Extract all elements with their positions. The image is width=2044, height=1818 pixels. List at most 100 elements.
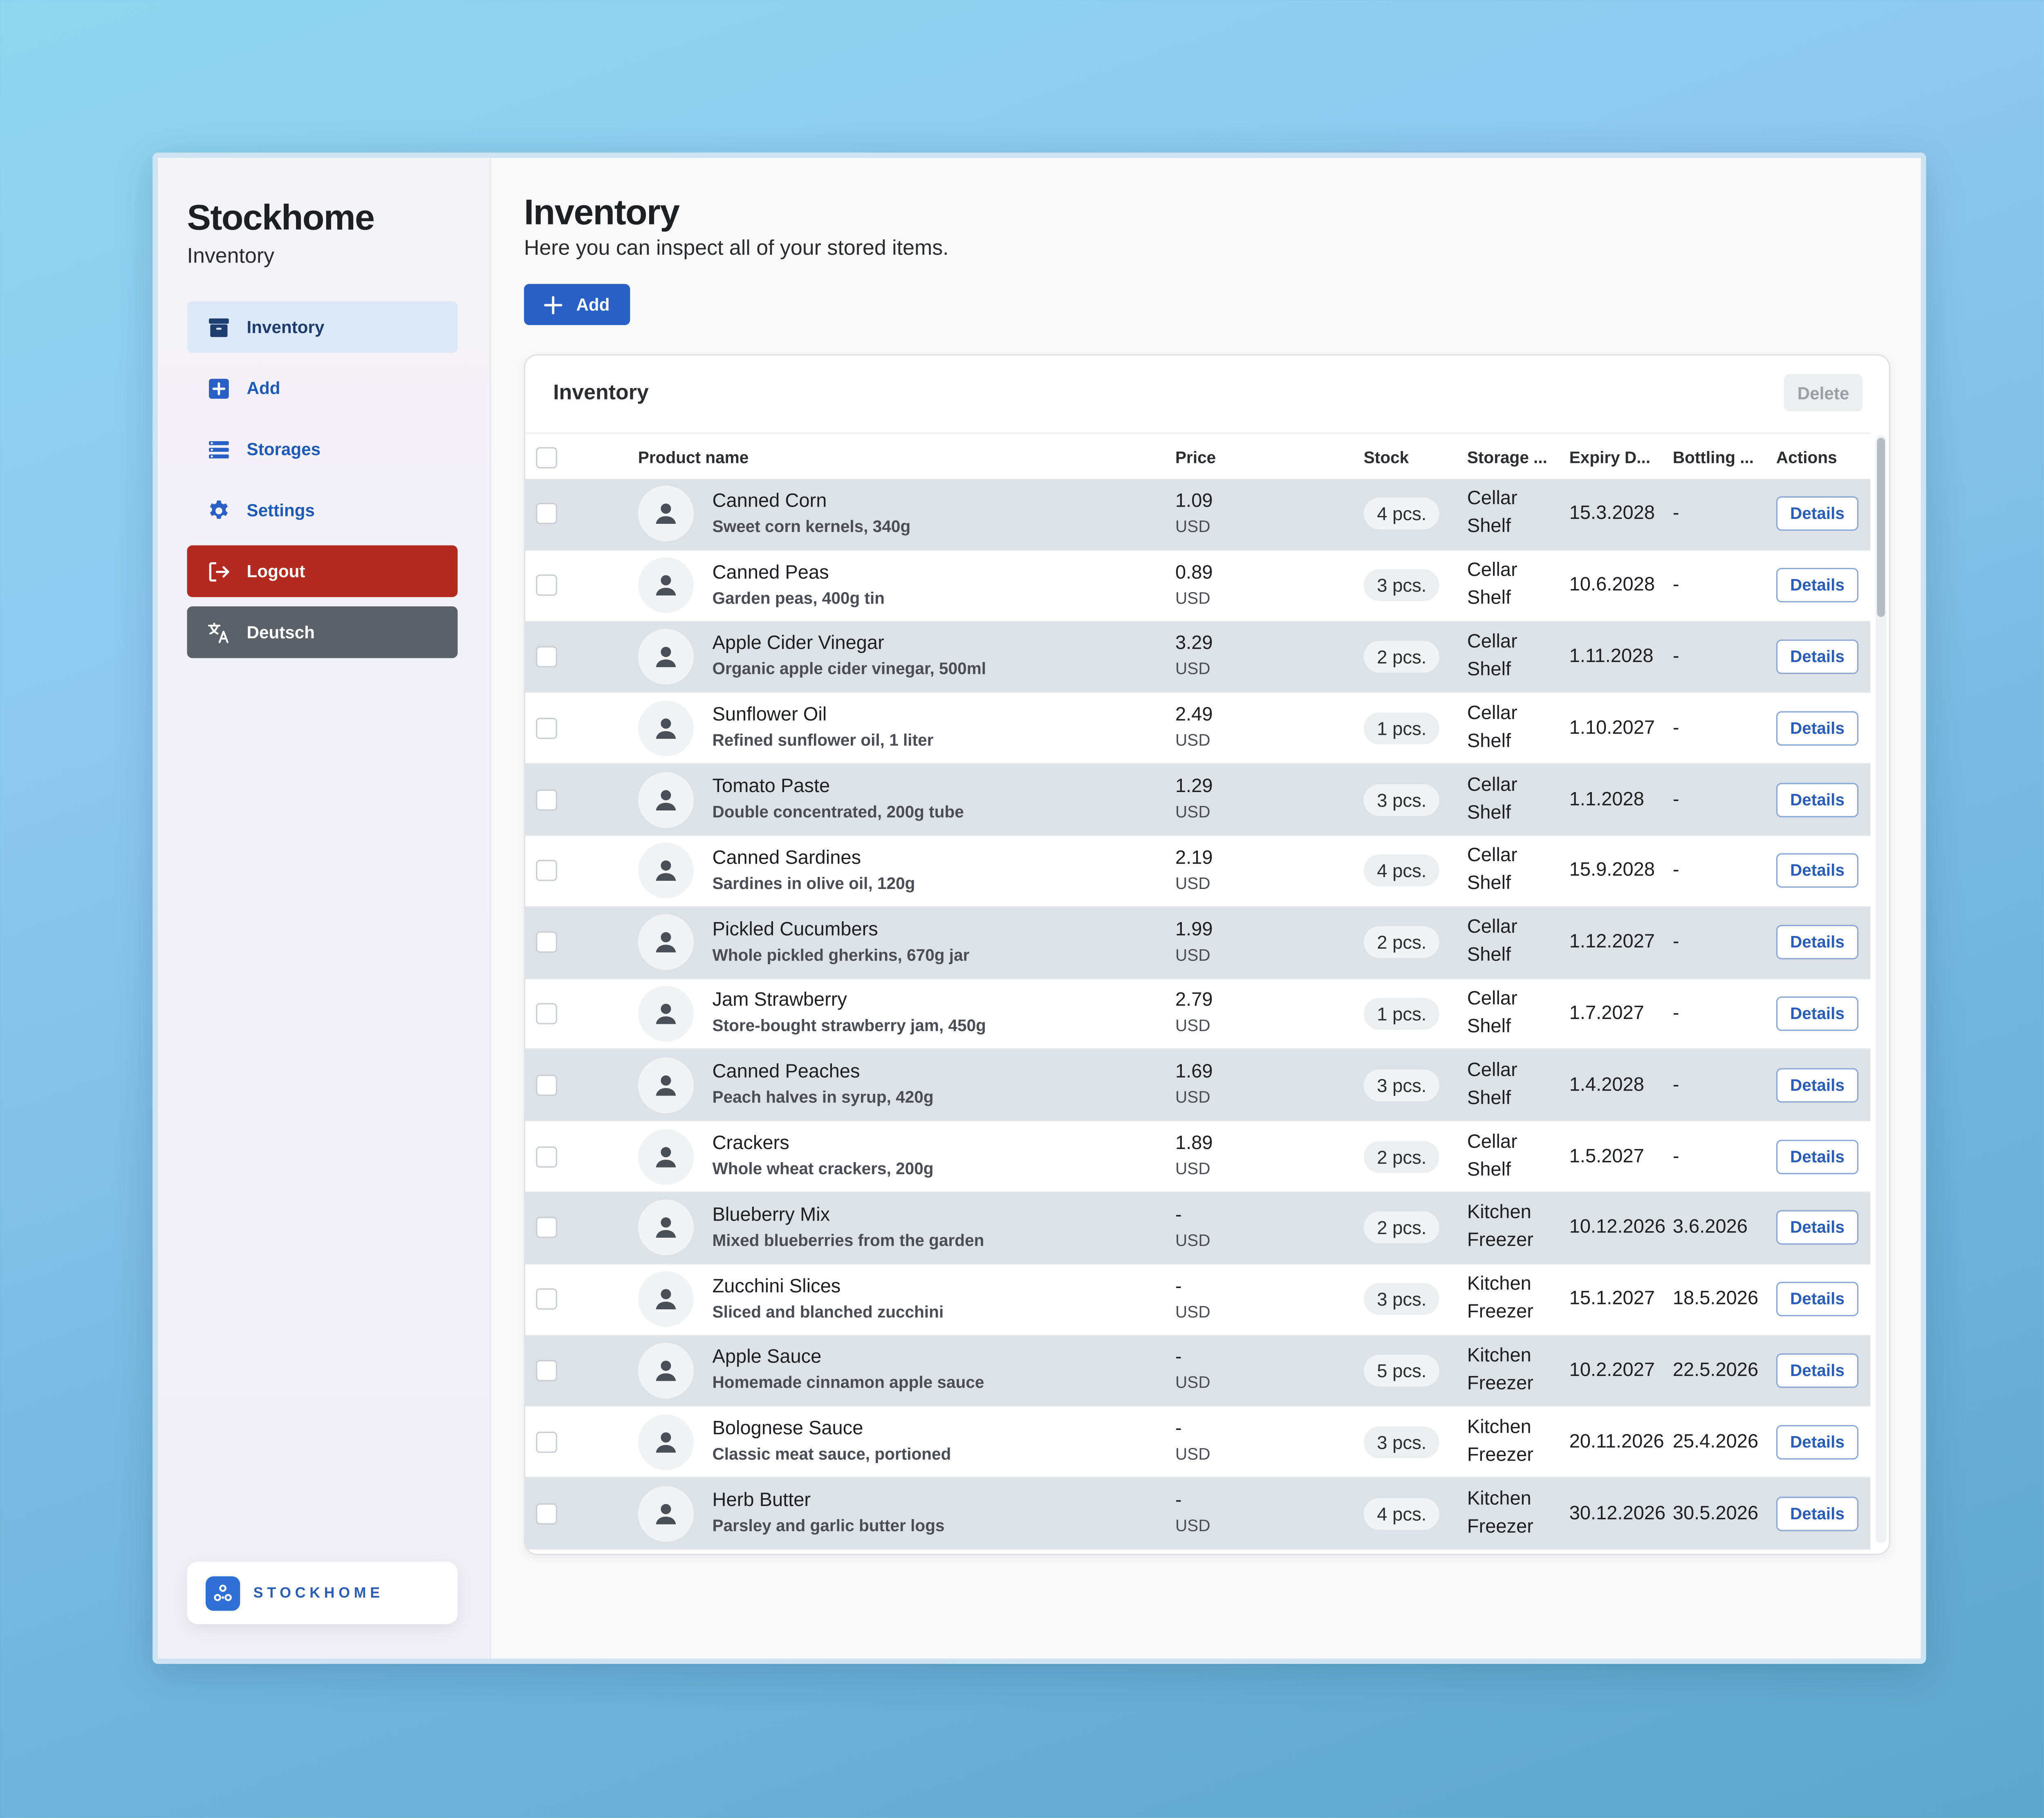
user-icon <box>651 714 680 743</box>
row-checkbox[interactable] <box>536 646 557 668</box>
card-title: Inventory <box>553 382 649 405</box>
row-checkbox[interactable] <box>536 1360 557 1381</box>
price-cell: - USD <box>1175 1193 1210 1263</box>
details-button[interactable]: Details <box>1776 1425 1859 1459</box>
expiry-cell: 10.2.2027 <box>1569 1335 1655 1405</box>
table-row[interactable]: Blueberry Mix Mixed blueberries from the … <box>525 1193 1871 1264</box>
table-row[interactable]: Canned Peaches Peach halves in syrup, 420… <box>525 1050 1871 1122</box>
col-stock[interactable]: Stock <box>1364 434 1409 480</box>
inventory-card: Inventory Delete Product name Price Stoc… <box>524 354 1890 1555</box>
stock-cell: 3 pcs. <box>1363 1050 1440 1120</box>
row-checkbox[interactable] <box>536 575 557 596</box>
select-all-checkbox[interactable] <box>536 446 557 468</box>
table-row[interactable]: Zucchini Slices Sliced and blanched zucch… <box>525 1264 1871 1336</box>
bottling-cell: 22.5.2026 <box>1673 1335 1758 1405</box>
table-row[interactable]: Herb Butter Parsley and garlic butter log… <box>525 1478 1871 1550</box>
storage-location: Cellar <box>1467 703 1517 725</box>
details-button[interactable]: Details <box>1776 568 1859 603</box>
price-cell: - USD <box>1175 1335 1210 1405</box>
user-icon <box>651 1356 680 1385</box>
bottling-cell: - <box>1673 550 1679 620</box>
stock-cell: 2 pcs. <box>1363 1193 1440 1263</box>
row-checkbox[interactable] <box>536 1503 557 1524</box>
table-row[interactable]: Bolognese Sauce Classic meat sauce, porti… <box>525 1407 1871 1479</box>
user-icon <box>651 1213 680 1242</box>
table-row[interactable]: Apple Cider Vinegar Organic apple cider v… <box>525 622 1871 694</box>
table-scrollbar[interactable] <box>1876 435 1887 1543</box>
details-button[interactable]: Details <box>1776 639 1859 674</box>
scrollbar-thumb[interactable] <box>1877 438 1885 617</box>
product-cell: Zucchini Slices Sliced and blanched zucch… <box>713 1264 944 1334</box>
row-checkbox[interactable] <box>536 1217 557 1239</box>
table-header: Product name Price Stock Storage ... Exp… <box>525 432 1871 482</box>
storage-location: Kitchen <box>1467 1274 1531 1295</box>
avatar-cell <box>638 1407 694 1477</box>
row-checkbox[interactable] <box>536 860 557 882</box>
col-price[interactable]: Price <box>1175 434 1216 480</box>
details-button[interactable]: Details <box>1776 1282 1859 1317</box>
storage-location: Cellar <box>1467 846 1517 867</box>
col-expiry[interactable]: Expiry D... <box>1569 434 1665 480</box>
storage-unit: Shelf <box>1467 802 1511 824</box>
details-button[interactable]: Details <box>1776 925 1859 960</box>
row-checkbox[interactable] <box>536 1146 557 1167</box>
table-row[interactable]: Tomato Paste Double concentrated, 200g tu… <box>525 764 1871 836</box>
price-value: 2.79 <box>1175 990 1213 1012</box>
price-currency: USD <box>1175 588 1210 608</box>
table-row[interactable]: Crackers Whole wheat crackers, 200g 1.89 US… <box>525 1121 1871 1193</box>
brand-title: Stockhome <box>187 198 375 238</box>
product-cell: Blueberry Mix Mixed blueberries from the … <box>713 1193 984 1263</box>
price-cell: 2.49 USD <box>1175 693 1213 763</box>
price-value: - <box>1175 1347 1182 1369</box>
table-row[interactable]: Canned Sardines Sardines in olive oil, 12… <box>525 836 1871 907</box>
sidebar-item-settings[interactable]: Settings <box>187 484 458 536</box>
table-row[interactable]: Canned Corn Sweet corn kernels, 340g 1.09 U… <box>525 479 1871 550</box>
col-product-name[interactable]: Product name <box>638 434 749 480</box>
sidebar-item-label: Storages <box>247 439 321 459</box>
sidebar-item-storages[interactable]: Storages <box>187 423 458 475</box>
sidebar-item-add[interactable]: Add <box>187 362 458 414</box>
details-button[interactable]: Details <box>1776 496 1859 532</box>
price-cell: 1.99 USD <box>1175 907 1213 977</box>
sidebar-item-label: Add <box>247 378 280 398</box>
table-row[interactable]: Sunflower Oil Refined sunflower oil, 1 li… <box>525 693 1871 765</box>
add-button[interactable]: Add <box>524 284 630 325</box>
stock-badge: 3 pcs. <box>1363 783 1440 816</box>
avatar-cell <box>638 1193 694 1263</box>
table-row[interactable]: Canned Peas Garden peas, 400g tin 0.89 USD 3… <box>525 550 1871 622</box>
details-button[interactable]: Details <box>1776 853 1859 889</box>
details-button[interactable]: Details <box>1776 1139 1859 1174</box>
details-button[interactable]: Details <box>1776 996 1859 1031</box>
price-value: 1.99 <box>1175 919 1213 940</box>
sidebar-item-inventory[interactable]: Inventory <box>187 301 458 353</box>
expiry-cell: 1.7.2027 <box>1569 979 1644 1048</box>
row-checkbox[interactable] <box>536 1288 557 1310</box>
col-storage[interactable]: Storage ... <box>1467 434 1563 480</box>
details-button[interactable]: Details <box>1776 1210 1859 1245</box>
details-button[interactable]: Details <box>1776 782 1859 817</box>
row-checkbox[interactable] <box>536 1074 557 1096</box>
table-row[interactable]: Pickled Cucumbers Whole pickled gherkins,… <box>525 907 1871 979</box>
delete-button[interactable]: Delete <box>1784 374 1862 411</box>
details-button[interactable]: Details <box>1776 1496 1859 1531</box>
actions-cell: Details <box>1776 479 1859 549</box>
details-button[interactable]: Details <box>1776 1353 1859 1388</box>
row-checkbox[interactable] <box>536 931 557 953</box>
storage-unit: Freezer <box>1467 1373 1534 1395</box>
sidebar-item-logout[interactable]: Logout <box>187 545 458 597</box>
details-button[interactable]: Details <box>1776 1068 1859 1102</box>
row-checkbox[interactable] <box>536 789 557 810</box>
expiry-date: 1.7.2027 <box>1569 1003 1644 1024</box>
col-bottling[interactable]: Bottling ... <box>1673 434 1768 480</box>
row-checkbox[interactable] <box>536 1431 557 1453</box>
row-checkbox[interactable] <box>536 717 557 739</box>
row-checkbox[interactable] <box>536 1003 557 1024</box>
row-checkbox[interactable] <box>536 503 557 525</box>
table-row[interactable]: Apple Sauce Homemade cinnamon apple sauce… <box>525 1335 1871 1407</box>
storage-cell: Cellar Shelf <box>1467 693 1517 763</box>
sidebar-item-deutsch[interactable]: Deutsch <box>187 606 458 658</box>
storage-cell: Kitchen Freezer <box>1467 1407 1533 1477</box>
details-button[interactable]: Details <box>1776 711 1859 745</box>
actions-cell: Details <box>1776 1478 1859 1548</box>
table-row[interactable]: Jam Strawberry Store-bought strawberry ja… <box>525 979 1871 1050</box>
